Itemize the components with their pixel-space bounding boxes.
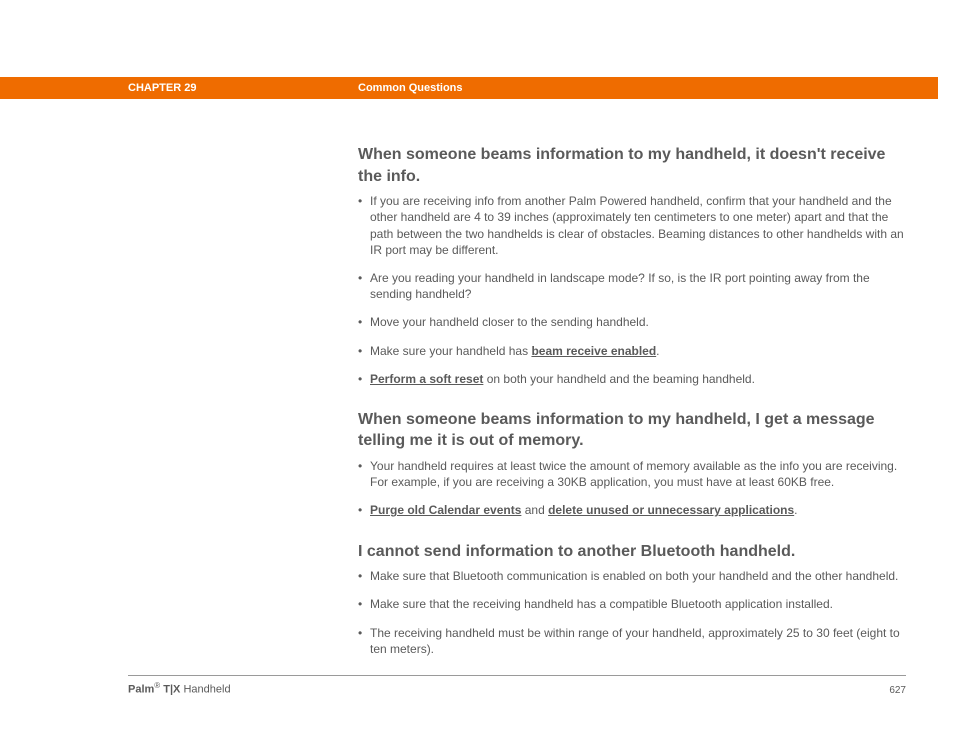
list-item: If you are receiving info from another P… — [358, 193, 906, 258]
chapter-header: CHAPTER 29 Common Questions — [0, 77, 938, 99]
text: Make sure your handheld has — [370, 344, 531, 358]
chapter-label: CHAPTER 29 — [128, 82, 196, 94]
list-item: The receiving handheld must be within ra… — [358, 625, 906, 657]
list-item: Make sure that the receiving handheld ha… — [358, 596, 906, 612]
answer-list-3: Make sure that Bluetooth communication i… — [358, 568, 906, 657]
list-item: Make sure your handheld has beam receive… — [358, 343, 906, 359]
text: and — [521, 503, 548, 517]
answer-list-1: If you are receiving info from another P… — [358, 193, 906, 387]
section-label: Common Questions — [358, 82, 463, 94]
page-number: 627 — [889, 685, 906, 696]
link-delete-apps[interactable]: delete unused or unnecessary application… — [548, 503, 794, 517]
list-item: Your handheld requires at least twice th… — [358, 458, 906, 490]
link-purge-calendar[interactable]: Purge old Calendar events — [370, 503, 521, 517]
question-heading-2: When someone beams information to my han… — [358, 409, 906, 452]
list-item: Make sure that Bluetooth communication i… — [358, 568, 906, 584]
brand: Palm — [128, 684, 154, 696]
model: T|X — [160, 684, 180, 696]
question-heading-1: When someone beams information to my han… — [358, 144, 906, 187]
page-content: When someone beams information to my han… — [358, 144, 906, 669]
list-item: Perform a soft reset on both your handhe… — [358, 371, 906, 387]
text: on both your handheld and the beaming ha… — [483, 372, 755, 386]
answer-list-2: Your handheld requires at least twice th… — [358, 458, 906, 519]
page-footer: Palm® T|X Handheld 627 — [128, 681, 906, 696]
link-perform-soft-reset[interactable]: Perform a soft reset — [370, 372, 483, 386]
footer-rule — [128, 675, 906, 676]
text: . — [794, 503, 797, 517]
list-item: Move your handheld closer to the sending… — [358, 314, 906, 330]
suffix: Handheld — [180, 684, 230, 696]
product-name: Palm® T|X Handheld — [128, 681, 231, 696]
question-heading-3: I cannot send information to another Blu… — [358, 541, 906, 563]
text: . — [656, 344, 659, 358]
list-item: Are you reading your handheld in landsca… — [358, 270, 906, 302]
list-item: Purge old Calendar events and delete unu… — [358, 502, 906, 518]
link-beam-receive-enabled[interactable]: beam receive enabled — [531, 344, 656, 358]
